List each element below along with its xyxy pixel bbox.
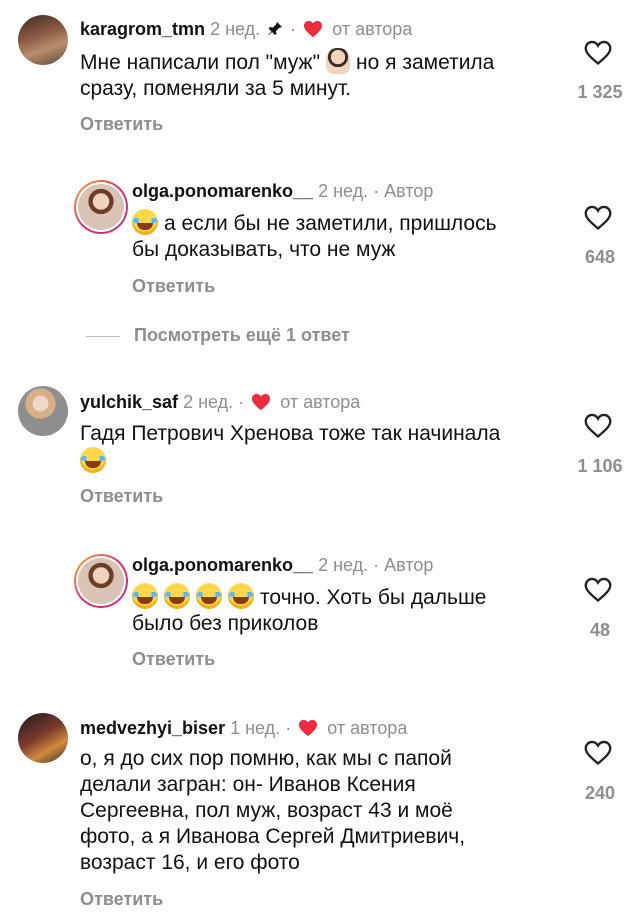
comment-text: точно. Хоть бы дальше было без приколов xyxy=(132,583,486,637)
avatar[interactable] xyxy=(74,554,128,608)
timestamp: 2 нед. xyxy=(318,181,369,201)
reply-button[interactable]: Ответить xyxy=(80,486,163,507)
pin-icon xyxy=(267,20,283,42)
tears-of-joy-emoji-icon xyxy=(132,209,158,235)
like-button[interactable] xyxy=(573,577,623,603)
username[interactable]: medvezhyi_biser xyxy=(80,718,225,738)
heart-outline-icon xyxy=(584,577,612,603)
like-button[interactable] xyxy=(573,740,623,766)
author-heart-icon xyxy=(303,20,323,43)
avatar[interactable] xyxy=(74,180,128,234)
comment-meta: olga.ponomarenko__ 2 нед. · Автор xyxy=(132,555,434,575)
comment-meta: yulchik_saf 2 нед. · от автора xyxy=(80,391,360,416)
heart-outline-icon xyxy=(584,413,612,439)
reply-button[interactable]: Ответить xyxy=(80,114,163,135)
avatar[interactable] xyxy=(18,15,68,65)
comment-text: о, я до сих пор помню, как мы с папой де… xyxy=(80,747,466,874)
author-badge: Автор xyxy=(384,555,434,575)
comment-meta: medvezhyi_biser 1 нед. · от автора xyxy=(80,717,407,742)
author-badge: Автор xyxy=(384,181,434,201)
tears-of-joy-emoji-icon xyxy=(132,583,158,609)
like-count: 1 106 xyxy=(577,456,623,476)
comment-text: Гадя Петрович Хренова тоже так начинала xyxy=(80,421,500,475)
author-badge: от автора xyxy=(280,392,361,412)
timestamp: 2 нед. xyxy=(183,392,234,412)
timestamp: 2 нед. xyxy=(318,555,369,575)
comment-meta: karagrom_tmn 2 нед. · от автора xyxy=(80,18,412,43)
comment-meta: olga.ponomarenko__ 2 нед. · Автор xyxy=(132,181,434,201)
like-count: 48 xyxy=(589,620,611,640)
like-button[interactable] xyxy=(573,205,623,231)
timestamp: 2 нед. xyxy=(210,19,261,39)
like-count: 648 xyxy=(584,247,616,267)
reply-button[interactable]: Ответить xyxy=(80,889,163,910)
tears-of-joy-emoji-icon xyxy=(228,583,254,609)
divider xyxy=(86,335,120,337)
like-button[interactable] xyxy=(573,413,623,439)
avatar[interactable] xyxy=(18,713,68,763)
tears-of-joy-emoji-icon xyxy=(164,583,190,609)
heart-outline-icon xyxy=(584,205,612,231)
author-badge: от автора xyxy=(332,19,413,39)
heart-outline-icon xyxy=(584,740,612,766)
avatar[interactable] xyxy=(18,386,68,436)
username[interactable]: karagrom_tmn xyxy=(80,19,205,39)
like-count: 1 325 xyxy=(577,82,623,102)
tears-of-joy-emoji-icon xyxy=(80,447,106,473)
author-heart-icon xyxy=(251,393,271,416)
comment-text: а если бы не заметили, пришлось бы доказ… xyxy=(132,209,497,263)
author-heart-icon xyxy=(298,719,318,742)
view-more-replies[interactable]: Посмотреть ещё 1 ответ xyxy=(86,325,350,346)
facepalm-emoji-icon xyxy=(326,48,351,74)
like-button[interactable] xyxy=(573,40,623,66)
reply-button[interactable]: Ответить xyxy=(132,276,215,297)
comment-text: Мне написали пол "муж" но я заметила сраз… xyxy=(80,48,494,102)
timestamp: 1 нед. xyxy=(230,718,281,738)
username[interactable]: olga.ponomarenko__ xyxy=(132,181,313,201)
author-badge: от автора xyxy=(327,718,408,738)
tears-of-joy-emoji-icon xyxy=(196,583,222,609)
reply-button[interactable]: Ответить xyxy=(132,649,215,670)
heart-outline-icon xyxy=(584,40,612,66)
username[interactable]: olga.ponomarenko__ xyxy=(132,555,313,575)
username[interactable]: yulchik_saf xyxy=(80,392,178,412)
like-count: 240 xyxy=(584,783,616,803)
